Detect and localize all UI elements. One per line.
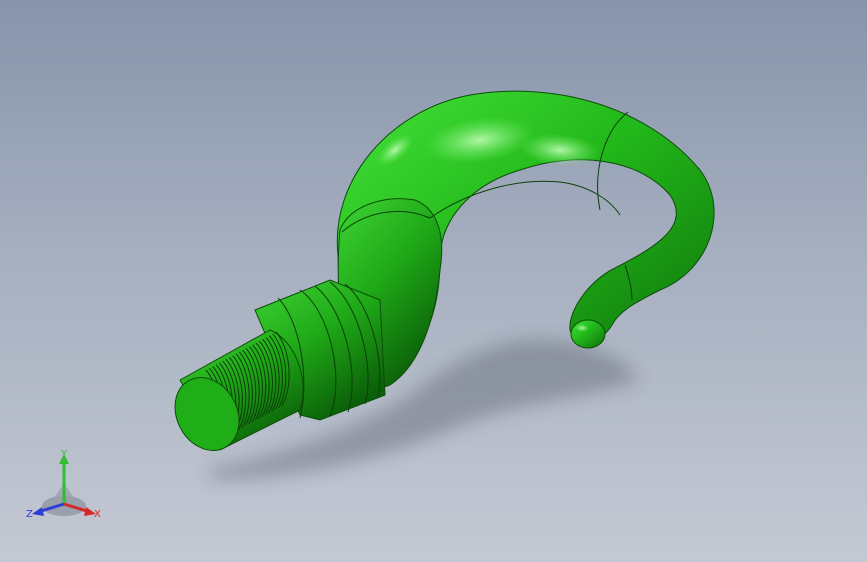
z-axis-label: Z bbox=[26, 509, 33, 520]
axis-triad: Y X Z bbox=[26, 449, 101, 520]
z-axis-arrow bbox=[32, 507, 44, 516]
hook-tip[interactable] bbox=[570, 319, 606, 349]
graphics-viewport[interactable]: Y X Z bbox=[0, 0, 867, 562]
x-axis-label: X bbox=[94, 509, 101, 520]
y-axis-label: Y bbox=[60, 449, 68, 460]
hook-model[interactable] bbox=[0, 0, 867, 562]
